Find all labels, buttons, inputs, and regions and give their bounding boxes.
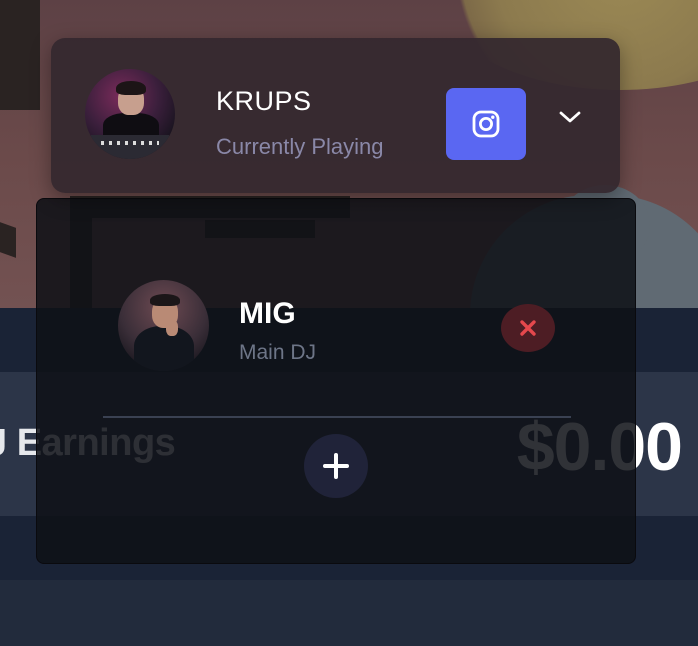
pole-shape [0, 222, 16, 258]
plus-icon [323, 453, 349, 479]
instagram-icon [472, 110, 500, 138]
expand-button[interactable] [553, 100, 587, 134]
add-dj-button[interactable] [304, 434, 368, 498]
wall-shape [0, 0, 40, 110]
now-playing-status: Currently Playing [216, 134, 384, 159]
dj-avatar [118, 280, 209, 371]
remove-dj-button[interactable] [501, 304, 555, 352]
background-band [0, 580, 698, 646]
dj-role: Main DJ [239, 341, 317, 364]
instagram-button[interactable] [446, 88, 526, 160]
dj-name: MIG [239, 297, 296, 330]
dj-avatar [85, 69, 175, 159]
chevron-down-icon [559, 111, 581, 123]
dj-list-panel: MIG Main DJ [36, 198, 636, 564]
close-icon [520, 320, 536, 336]
divider [103, 416, 571, 418]
now-playing-card: KRUPS Currently Playing [51, 38, 620, 193]
now-playing-name: KRUPS [216, 86, 312, 116]
